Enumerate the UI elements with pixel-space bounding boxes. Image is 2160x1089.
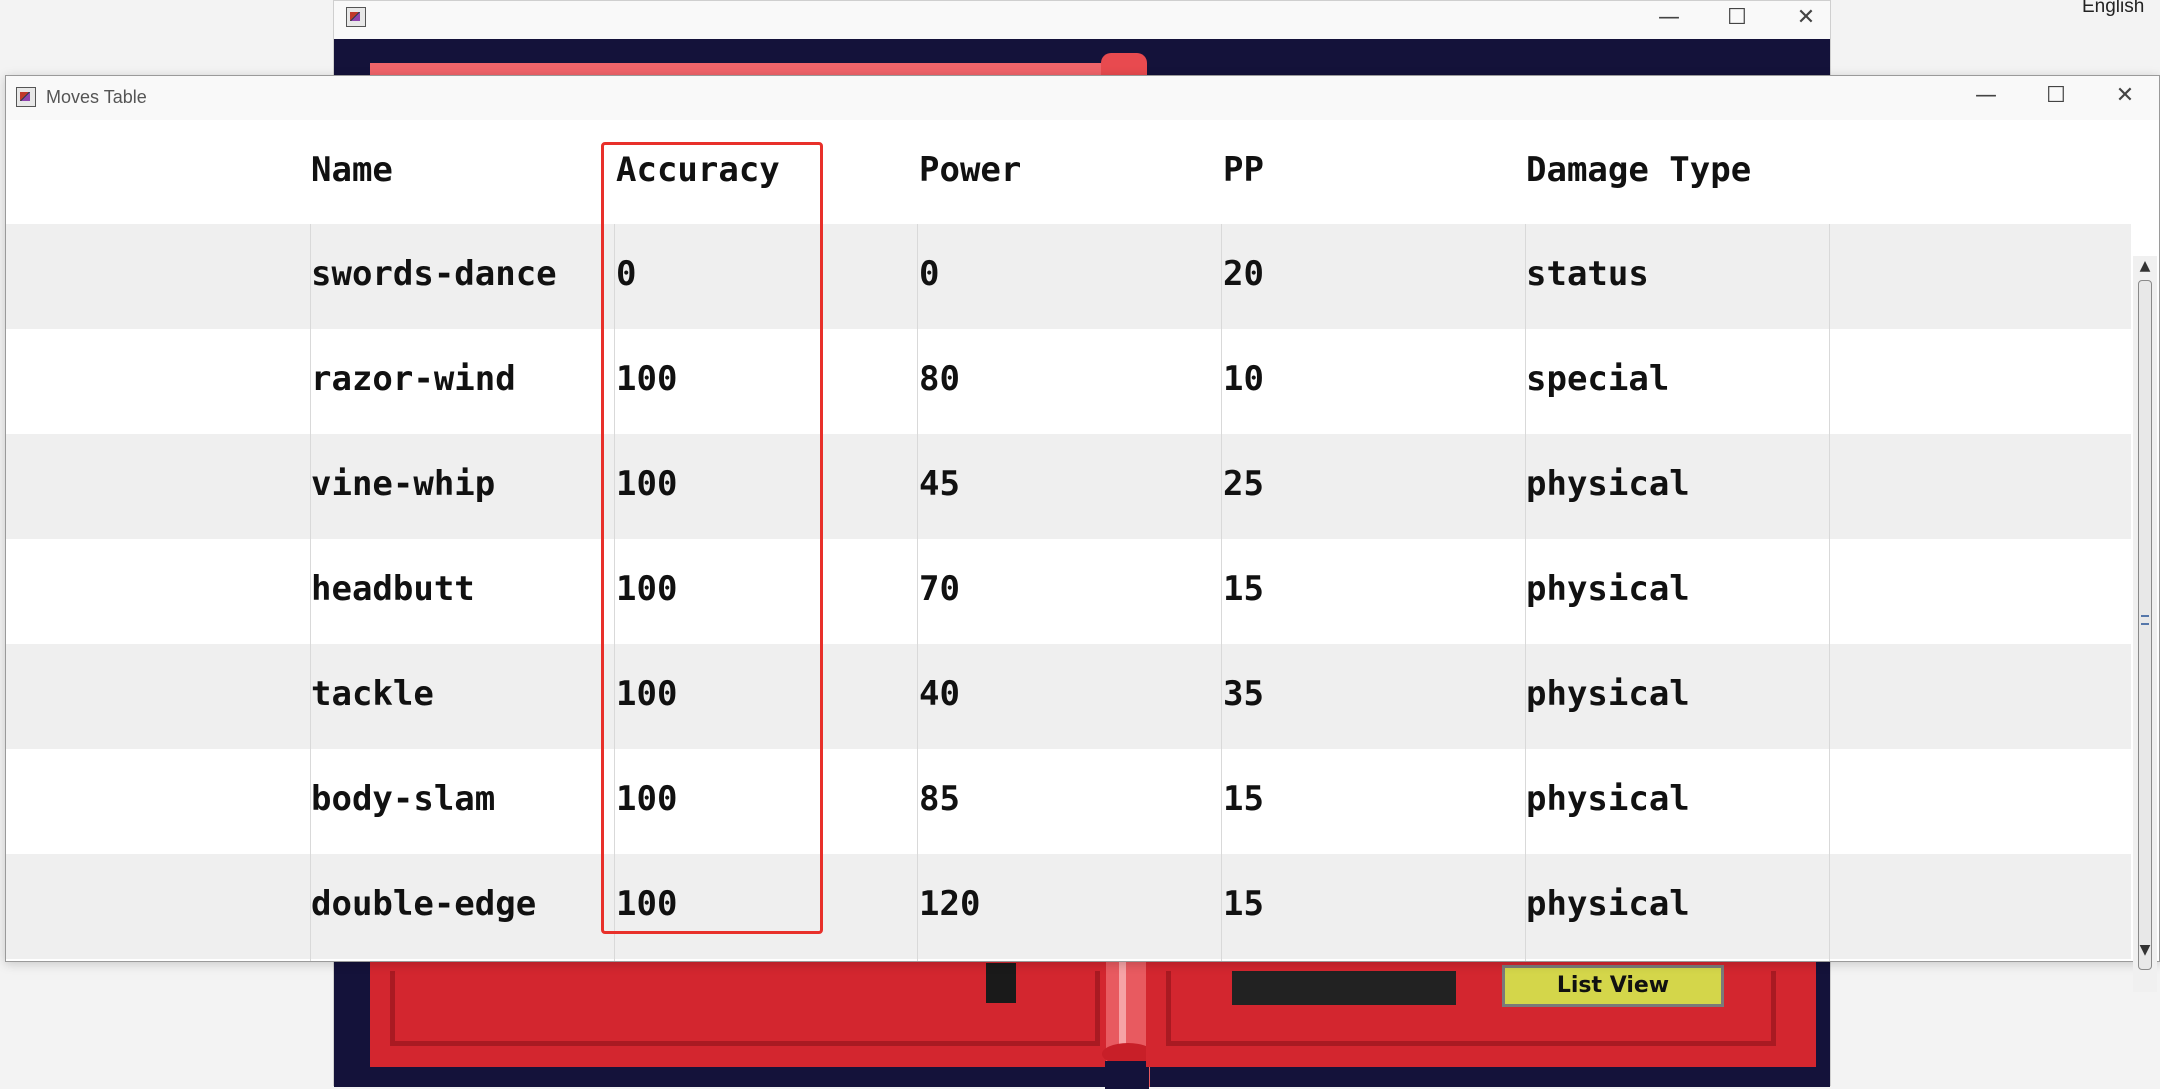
power-cell: 80 <box>919 359 960 399</box>
pp-cell: 10 <box>1223 359 1264 399</box>
header-damage-type[interactable]: Damage Type <box>1526 150 1751 190</box>
move-name-cell: headbutt <box>311 569 475 609</box>
move-name-cell: swords-dance <box>311 254 557 294</box>
accuracy-cell: 100 <box>616 779 677 819</box>
pp-cell: 35 <box>1223 674 1264 714</box>
power-cell: 85 <box>919 779 960 819</box>
column-divider <box>1829 224 1830 961</box>
java-app-icon <box>346 7 366 27</box>
header-power[interactable]: Power <box>919 150 1021 190</box>
pp-cell: 25 <box>1223 464 1264 504</box>
maximize-icon[interactable]: ☐ <box>1702 1 1772 39</box>
table-row[interactable]: tackle 100 40 35 physical <box>6 644 2131 749</box>
power-cell: 45 <box>919 464 960 504</box>
language-indicator[interactable]: English <box>2082 0 2144 18</box>
table-row[interactable]: vine-whip 100 45 25 physical <box>6 434 2131 539</box>
damage-type-cell: status <box>1526 254 1649 294</box>
pokedex-titlebar: — ☐ ✕ <box>334 1 1830 39</box>
table-row[interactable]: swords-dance 0 0 20 status <box>6 224 2131 329</box>
accuracy-cell: 100 <box>616 569 677 609</box>
pp-cell: 15 <box>1223 779 1264 819</box>
column-divider <box>1525 224 1526 961</box>
power-cell: 0 <box>919 254 939 294</box>
moves-titlebar: Moves Table — ☐ ✕ <box>6 76 2159 120</box>
pokedex-display-bar <box>1232 971 1456 1005</box>
grip-icon <box>2141 615 2149 625</box>
column-divider <box>310 224 311 961</box>
vertical-scrollbar[interactable]: ▲ ▼ <box>2133 256 2157 992</box>
accuracy-cell: 100 <box>616 884 677 924</box>
scroll-thumb[interactable] <box>2138 280 2152 970</box>
power-cell: 40 <box>919 674 960 714</box>
move-name-cell: body-slam <box>311 779 495 819</box>
move-name-cell: vine-whip <box>311 464 495 504</box>
accuracy-cell: 100 <box>616 464 677 504</box>
list-view-button[interactable]: List View <box>1502 965 1724 1007</box>
header-accuracy[interactable]: Accuracy <box>616 150 780 190</box>
pp-cell: 20 <box>1223 254 1264 294</box>
damage-type-cell: physical <box>1526 674 1690 714</box>
maximize-icon[interactable]: ☐ <box>2021 79 2091 117</box>
window-title: Moves Table <box>46 87 147 108</box>
move-name-cell: razor-wind <box>311 359 516 399</box>
damage-type-cell: physical <box>1526 779 1690 819</box>
header-pp[interactable]: PP <box>1223 150 1264 190</box>
scroll-up-icon[interactable]: ▲ <box>2133 256 2157 276</box>
header-name[interactable]: Name <box>311 150 393 190</box>
damage-type-cell: special <box>1526 359 1669 399</box>
damage-type-cell: physical <box>1526 569 1690 609</box>
table-row[interactable]: razor-wind 100 80 10 special <box>6 329 2131 434</box>
scroll-down-icon[interactable]: ▼ <box>2133 940 2157 960</box>
move-name-cell: double-edge <box>311 884 536 924</box>
moves-table: Name Accuracy Power PP Damage Type sword… <box>6 120 2131 961</box>
moves-table-window: Moves Table — ☐ ✕ Name Accuracy Power PP… <box>5 75 2160 962</box>
move-name-cell: tackle <box>311 674 434 714</box>
column-divider <box>1221 224 1222 961</box>
minimize-icon[interactable]: — <box>1634 1 1704 39</box>
java-app-icon <box>16 87 36 107</box>
close-icon[interactable]: ✕ <box>2090 79 2160 117</box>
column-divider <box>614 224 615 961</box>
pokedex-stand <box>1105 1061 1149 1089</box>
accuracy-cell: 0 <box>616 254 636 294</box>
column-divider <box>917 224 918 961</box>
table-row[interactable]: headbutt 100 70 15 physical <box>6 539 2131 644</box>
table-header: Name Accuracy Power PP Damage Type <box>6 120 2131 224</box>
damage-type-cell: physical <box>1526 464 1690 504</box>
pp-cell: 15 <box>1223 884 1264 924</box>
table-row[interactable]: double-edge 100 120 15 physical <box>6 854 2131 959</box>
pp-cell: 15 <box>1223 569 1264 609</box>
damage-type-cell: physical <box>1526 884 1690 924</box>
power-cell: 120 <box>919 884 980 924</box>
table-row[interactable]: body-slam 100 85 15 physical <box>6 749 2131 854</box>
dpad-icon[interactable] <box>986 963 1016 1003</box>
power-cell: 70 <box>919 569 960 609</box>
accuracy-cell: 100 <box>616 359 677 399</box>
accuracy-cell: 100 <box>616 674 677 714</box>
close-icon[interactable]: ✕ <box>1771 1 1841 39</box>
minimize-icon[interactable]: — <box>1951 79 2021 117</box>
